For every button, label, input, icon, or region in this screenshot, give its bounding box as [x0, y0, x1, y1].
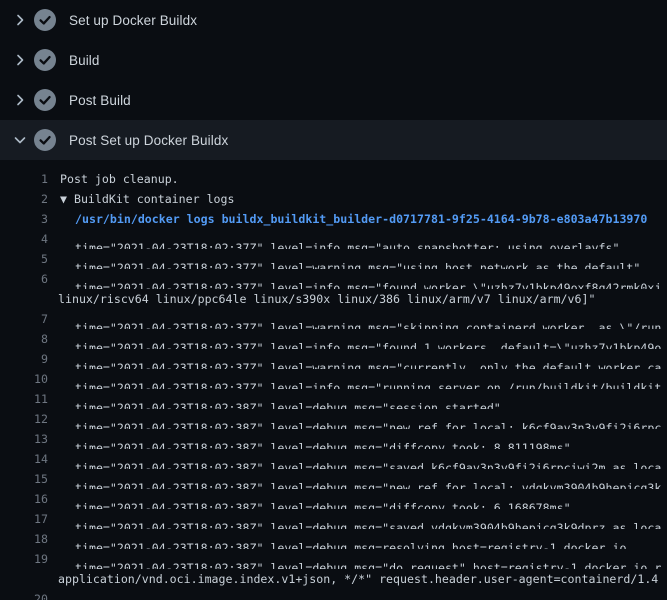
log-line-number[interactable]: 17: [0, 509, 48, 529]
log-line-text: time="2021-04-23T18:02:38Z" level=debug …: [48, 429, 667, 449]
step-row-set-up-docker-buildx[interactable]: Set up Docker Buildx: [0, 0, 667, 40]
log-line-text: time="2021-04-23T18:02:38Z" level=debug …: [48, 469, 667, 489]
check-circle-icon: [34, 129, 56, 151]
log-line: 8time="2021-04-23T18:02:37Z" level=info …: [0, 329, 667, 349]
log-line-number[interactable]: 4: [0, 229, 48, 249]
log-line-number[interactable]: 10: [0, 369, 48, 389]
log-line-number[interactable]: 5: [0, 249, 48, 269]
log-line: 13time="2021-04-23T18:02:38Z" level=debu…: [0, 429, 667, 449]
log-line: 14time="2021-04-23T18:02:38Z" level=debu…: [0, 449, 667, 469]
log-line: 17time="2021-04-23T18:02:38Z" level=debu…: [0, 509, 667, 529]
log-line-text: Post job cleanup.: [48, 169, 667, 189]
log-line: 18time="2021-04-23T18:02:38Z" level=debu…: [0, 529, 667, 549]
log-line: 9time="2021-04-23T18:02:37Z" level=warni…: [0, 349, 667, 369]
step-list: Set up Docker Buildx Build Post Build Post …: [0, 0, 667, 160]
log-command-text: /usr/bin/docker logs buildx_buildkit_bui…: [48, 209, 667, 229]
step-label: Set up Docker Buildx: [69, 13, 197, 28]
log-line-number[interactable]: 14: [0, 449, 48, 469]
log-line-number[interactable]: 11: [0, 389, 48, 409]
log-line-text: time="2021-04-23T18:02:38Z" level=debug …: [48, 489, 667, 509]
log-line: 15time="2021-04-23T18:02:38Z" level=debu…: [0, 469, 667, 489]
step-label: Post Set up Docker Buildx: [69, 133, 228, 148]
log-line-text: application/vnd.oci.image.index.v1+json,…: [48, 569, 667, 589]
log-line-number[interactable]: 12: [0, 409, 48, 429]
log-area: 1Post job cleanup.2▼ BuildKit container …: [0, 160, 667, 600]
chevron-down-icon[interactable]: [12, 132, 28, 148]
log-line-text: time="2021-04-23T18:02:37Z" level=warnin…: [48, 309, 667, 329]
log-line-text: time="2021-04-23T18:02:37Z" level=info m…: [48, 369, 667, 389]
log-line: 12time="2021-04-23T18:02:38Z" level=debu…: [0, 409, 667, 429]
log-line: application/vnd.oci.image.index.v1+json,…: [0, 569, 667, 589]
step-row-post-build[interactable]: Post Build: [0, 80, 667, 120]
check-circle-icon: [34, 89, 56, 111]
step-row-build[interactable]: Build: [0, 40, 667, 80]
log-line: 20time="2021-04-23T18:02:38Z" level=debu…: [0, 589, 667, 600]
log-line-number[interactable]: 18: [0, 529, 48, 549]
log-line-number[interactable]: 9: [0, 349, 48, 369]
log-line-number[interactable]: 13: [0, 429, 48, 449]
log-line: 5time="2021-04-23T18:02:37Z" level=warni…: [0, 249, 667, 269]
log-line: 19time="2021-04-23T18:02:38Z" level=debu…: [0, 549, 667, 569]
log-line-text: time="2021-04-23T18:02:38Z" level=debug …: [48, 449, 667, 469]
log-line-number[interactable]: 15: [0, 469, 48, 489]
log-line-text: time="2021-04-23T18:02:38Z" level=debug …: [48, 549, 667, 569]
log-line-text: linux/riscv64 linux/ppc64le linux/s390x …: [48, 289, 667, 309]
log-line-number[interactable]: 8: [0, 329, 48, 349]
log-line-number[interactable]: 2: [0, 189, 48, 209]
log-line: 3/usr/bin/docker logs buildx_buildkit_bu…: [0, 209, 667, 229]
log-line-number[interactable]: 3: [0, 209, 48, 229]
log-line-text: time="2021-04-23T18:02:38Z" level=debug …: [48, 509, 667, 529]
log-line: 11time="2021-04-23T18:02:38Z" level=debu…: [0, 389, 667, 409]
log-group-toggle[interactable]: ▼ BuildKit container logs: [48, 189, 667, 209]
log-line-text: time="2021-04-23T18:02:38Z" level=debug …: [48, 529, 667, 549]
log-line-text: time="2021-04-23T18:02:38Z" level=debug …: [48, 389, 667, 409]
log-line: 1Post job cleanup.: [0, 169, 667, 189]
log-line-number: [0, 289, 48, 309]
step-label: Build: [69, 53, 100, 68]
log-line-text: time="2021-04-23T18:02:37Z" level=info m…: [48, 329, 667, 349]
log-line: 16time="2021-04-23T18:02:38Z" level=debu…: [0, 489, 667, 509]
log-line: 7time="2021-04-23T18:02:37Z" level=warni…: [0, 309, 667, 329]
log-line-text: time="2021-04-23T18:02:38Z" level=debug …: [48, 409, 667, 429]
log-line-number[interactable]: 16: [0, 489, 48, 509]
check-circle-icon: [34, 9, 56, 31]
log-line: 4time="2021-04-23T18:02:37Z" level=info …: [0, 229, 667, 249]
log-line-text: time="2021-04-23T18:02:37Z" level=warnin…: [48, 349, 667, 369]
chevron-right-icon[interactable]: [12, 92, 28, 108]
chevron-right-icon[interactable]: [12, 12, 28, 28]
step-label: Post Build: [69, 93, 131, 108]
log-line: 10time="2021-04-23T18:02:37Z" level=info…: [0, 369, 667, 389]
chevron-right-icon[interactable]: [12, 52, 28, 68]
log-line-text: time="2021-04-23T18:02:37Z" level=info m…: [48, 229, 667, 249]
log-line-text: time="2021-04-23T18:02:38Z" level=debug …: [48, 589, 667, 600]
log-line-number[interactable]: 20: [0, 589, 48, 600]
log-line-number[interactable]: 19: [0, 549, 48, 569]
log-line: 2▼ BuildKit container logs: [0, 189, 667, 209]
check-circle-icon: [34, 49, 56, 71]
log-line-number: [0, 569, 48, 589]
log-line: 6time="2021-04-23T18:02:37Z" level=info …: [0, 269, 667, 289]
step-row-post-set-up-docker-buildx[interactable]: Post Set up Docker Buildx: [0, 120, 667, 160]
log-line-number[interactable]: 7: [0, 309, 48, 329]
log-line: linux/riscv64 linux/ppc64le linux/s390x …: [0, 289, 667, 309]
log-line-text: time="2021-04-23T18:02:37Z" level=info m…: [48, 269, 667, 289]
log-line-number[interactable]: 6: [0, 269, 48, 289]
log-line-number[interactable]: 1: [0, 169, 48, 189]
log-line-text: time="2021-04-23T18:02:37Z" level=warnin…: [48, 249, 667, 269]
